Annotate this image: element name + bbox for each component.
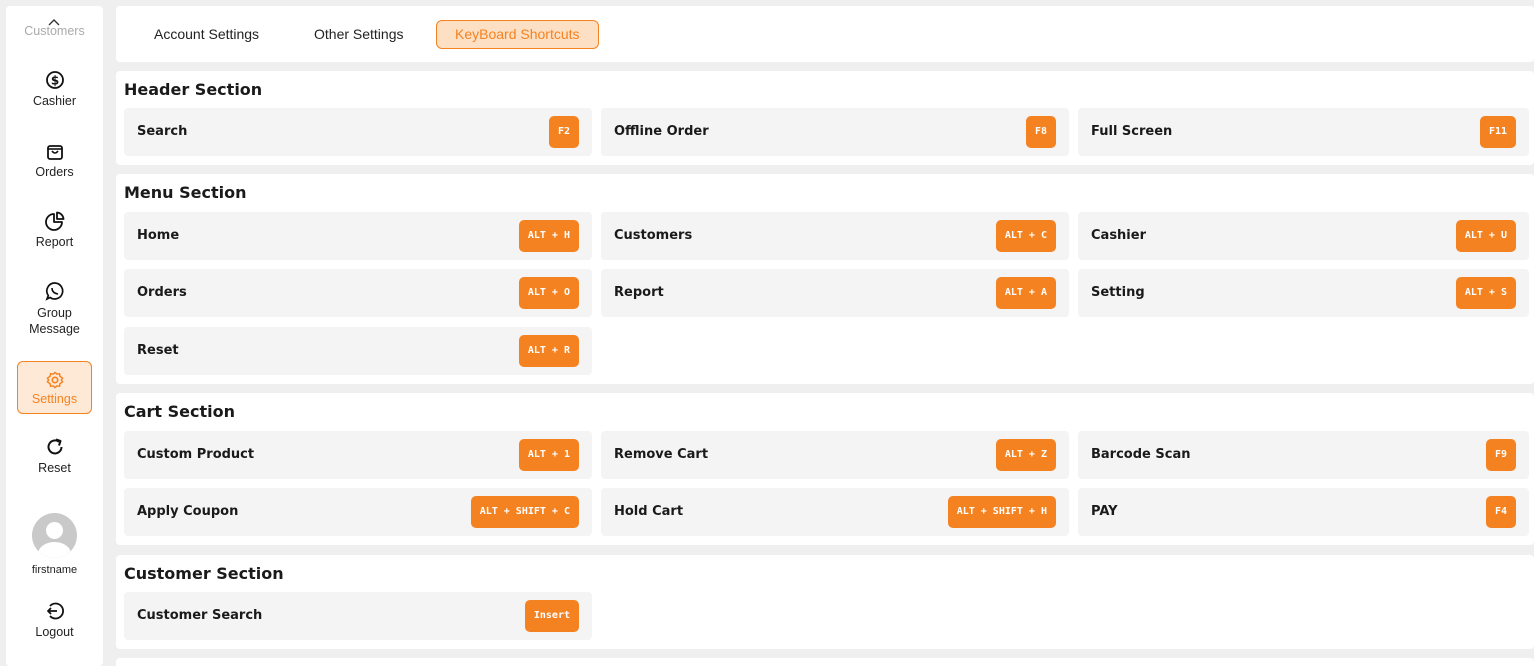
shortcut-key: ALT + H — [518, 220, 579, 252]
header-section: Header Section Search F2 Offline Order F… — [116, 71, 1534, 165]
shortcut-key: ALT + S — [1455, 277, 1516, 309]
section-title: Header Section — [124, 80, 263, 99]
settings-tabs: Account Settings Other Settings KeyBoard… — [116, 6, 1534, 62]
sidebar-item-customers[interactable]: Customers — [6, 24, 103, 38]
sidebar-item-label: Report — [35, 235, 74, 249]
pie-chart-icon — [44, 211, 65, 231]
shortcut-key: F9 — [1485, 439, 1516, 471]
shortcut-label: Setting — [1091, 285, 1145, 300]
shortcut-row: Reset ALT + R — [124, 327, 592, 375]
tab-other-settings[interactable]: Other Settings — [295, 20, 423, 49]
logout-icon — [45, 601, 65, 621]
shortcut-key: ALT + 1 — [518, 439, 579, 471]
shortcut-row: Apply Coupon ALT + SHIFT + C — [124, 488, 592, 536]
shortcut-row: Report ALT + A — [601, 269, 1069, 317]
shortcut-row: Custom Product ALT + 1 — [124, 431, 592, 479]
shortcut-row: Full Screen F11 — [1078, 108, 1529, 156]
shortcut-row: Cashier ALT + U — [1078, 212, 1529, 260]
sidebar-item-orders[interactable]: Orders — [17, 141, 92, 179]
shortcut-label: Cashier — [1091, 228, 1146, 243]
shortcut-key: ALT + U — [1455, 220, 1516, 252]
sidebar-item-cashier[interactable]: $ Cashier — [17, 70, 92, 108]
shortcut-row: Customer Search Insert — [124, 592, 592, 640]
sidebar-item-group-message[interactable]: Group Message — [17, 281, 92, 337]
shortcut-label: Home — [137, 228, 180, 243]
shortcut-key: ALT + A — [995, 277, 1056, 309]
shortcut-key: ALT + R — [518, 335, 579, 367]
sidebar-item-label: Reset — [38, 461, 71, 475]
whatsapp-icon — [44, 281, 65, 301]
shortcut-label: Offline Order — [614, 124, 709, 139]
shortcut-key: F8 — [1025, 116, 1056, 148]
sidebar-item-reset[interactable]: Reset — [17, 437, 92, 475]
tab-account-settings[interactable]: Account Settings — [135, 20, 278, 49]
shortcut-label: PAY — [1091, 504, 1118, 519]
shortcut-key: F2 — [548, 116, 579, 148]
avatar[interactable] — [32, 513, 77, 558]
sidebar-item-label: Settings — [31, 392, 78, 406]
shortcut-row: Hold Cart ALT + SHIFT + H — [601, 488, 1069, 536]
section-title: Customer Section — [124, 564, 284, 583]
username: firstname — [31, 564, 78, 576]
section-title: Cart Section — [124, 402, 236, 421]
sidebar-item-label: Orders — [35, 165, 74, 179]
shortcut-row: Search F2 — [124, 108, 592, 156]
shortcut-label: Remove Cart — [614, 447, 709, 462]
bag-icon — [45, 141, 65, 161]
logout-button[interactable]: Logout — [17, 601, 92, 639]
shortcut-row: PAY F4 — [1078, 488, 1529, 536]
tab-keyboard-shortcuts[interactable]: KeyBoard Shortcuts — [436, 20, 599, 49]
shortcut-key: Insert — [524, 600, 579, 632]
shortcut-label: Customers — [614, 228, 693, 243]
shortcut-key: ALT + Z — [995, 439, 1056, 471]
gear-icon — [46, 371, 64, 389]
shortcut-row: Barcode Scan F9 — [1078, 431, 1529, 479]
shortcut-row: Orders ALT + O — [124, 269, 592, 317]
dollar-icon: $ — [45, 70, 65, 90]
shortcut-row: Home ALT + H — [124, 212, 592, 260]
shortcut-row: Setting ALT + S — [1078, 269, 1529, 317]
shortcut-label: Custom Product — [137, 447, 255, 462]
shortcut-key: F11 — [1479, 116, 1516, 148]
sidebar-item-label: Cashier — [32, 94, 77, 108]
shortcut-label: Hold Cart — [614, 504, 684, 519]
sidebar-item-label: Logout — [35, 625, 74, 639]
section-title: Menu Section — [124, 183, 247, 202]
next-section-edge — [116, 658, 1534, 666]
shortcut-label: Report — [614, 285, 664, 300]
shortcut-label: Apply Coupon — [137, 504, 239, 519]
shortcut-label: Full Screen — [1091, 124, 1173, 139]
shortcut-label: Reset — [137, 343, 179, 358]
shortcut-key: ALT + SHIFT + H — [947, 496, 1056, 528]
customer-section: Customer Section Customer Search Insert — [116, 555, 1534, 649]
shortcut-row: Remove Cart ALT + Z — [601, 431, 1069, 479]
shortcut-label: Barcode Scan — [1091, 447, 1191, 462]
sidebar-item-label: Group Message — [29, 306, 80, 336]
menu-section: Menu Section Home ALT + H Customers ALT … — [116, 174, 1534, 384]
shortcut-row: Customers ALT + C — [601, 212, 1069, 260]
shortcut-key: ALT + SHIFT + C — [470, 496, 579, 528]
refresh-icon — [45, 437, 65, 457]
sidebar: Customers $ Cashier Orders Report Group … — [6, 6, 103, 666]
shortcut-key: ALT + O — [518, 277, 579, 309]
shortcut-label: Search — [137, 124, 188, 139]
shortcut-label: Orders — [137, 285, 187, 300]
sidebar-item-settings[interactable]: Settings — [17, 361, 92, 414]
cart-section: Cart Section Custom Product ALT + 1 Remo… — [116, 393, 1534, 545]
sidebar-item-report[interactable]: Report — [17, 211, 92, 249]
shortcut-label: Customer Search — [137, 608, 263, 623]
shortcut-key: F4 — [1485, 496, 1516, 528]
shortcut-key: ALT + C — [995, 220, 1056, 252]
shortcut-row: Offline Order F8 — [601, 108, 1069, 156]
svg-text:$: $ — [50, 74, 58, 88]
